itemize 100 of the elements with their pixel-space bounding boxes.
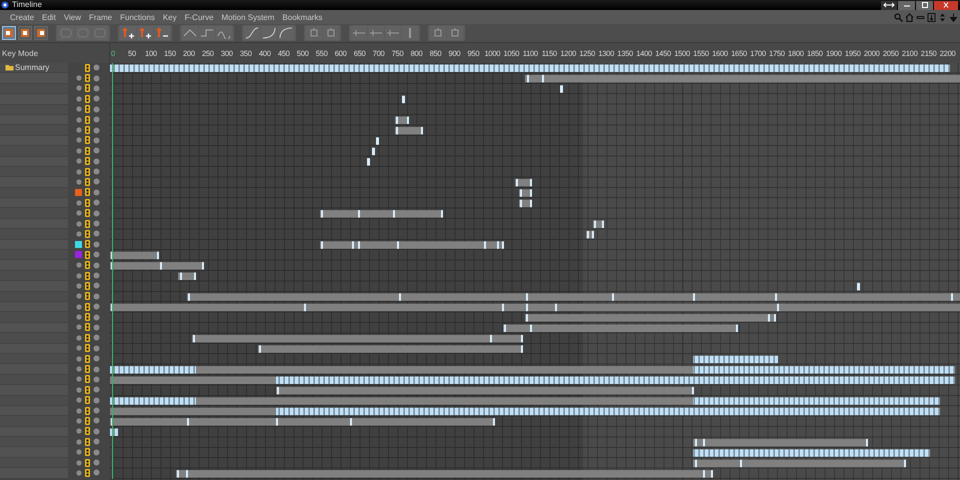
menu-item[interactable]: Functions: [120, 12, 155, 22]
dot-icon[interactable]: [76, 449, 82, 456]
dot-icon[interactable]: [93, 448, 100, 456]
dot-icon[interactable]: [93, 428, 100, 435]
keyframe-marker[interactable]: [857, 282, 860, 290]
dot-icon[interactable]: [93, 459, 100, 466]
menu-item[interactable]: Motion System: [222, 12, 274, 22]
track-header[interactable]: [0, 125, 110, 136]
dot-icon[interactable]: [93, 292, 100, 300]
track-header[interactable]: [0, 322, 110, 334]
close-button[interactable]: [934, 0, 958, 10]
keyframe-marker[interactable]: [372, 148, 375, 156]
menu-item[interactable]: View: [64, 12, 82, 22]
dot-icon[interactable]: [76, 148, 82, 154]
dot-icon[interactable]: [76, 116, 82, 123]
dot-icon[interactable]: [76, 282, 82, 289]
menu-item[interactable]: Create: [10, 12, 34, 22]
dot-icon[interactable]: [93, 64, 100, 72]
track-header[interactable]: [0, 73, 110, 84]
dot-icon[interactable]: [93, 407, 100, 414]
key-range-bar[interactable]: [110, 418, 495, 426]
dot-icon[interactable]: [93, 262, 100, 269]
dot-icon[interactable]: [93, 210, 100, 217]
key-range-bar[interactable]: [395, 126, 423, 134]
dot-icon[interactable]: [76, 408, 82, 414]
track-header[interactable]: [0, 198, 110, 208]
dot-icon[interactable]: [76, 127, 82, 134]
dot-icon[interactable]: [93, 314, 100, 321]
keyframe-strip[interactable]: [693, 356, 778, 364]
track-header[interactable]: [0, 292, 110, 302]
track-header[interactable]: [0, 281, 110, 292]
home-icon[interactable]: [905, 12, 914, 22]
track-header[interactable]: [0, 437, 110, 448]
keyframe-marker[interactable]: [560, 85, 563, 93]
toolbar-button[interactable]: [137, 26, 153, 40]
dot-icon[interactable]: [76, 168, 82, 175]
dot-icon[interactable]: [93, 147, 100, 154]
dot-icon[interactable]: [93, 188, 100, 196]
dot-icon[interactable]: [76, 220, 82, 227]
key-mode-button[interactable]: [18, 26, 32, 40]
dot-icon[interactable]: [76, 75, 82, 82]
key-range-bar[interactable]: [519, 189, 532, 197]
dot-icon[interactable]: [93, 178, 100, 186]
dot-icon[interactable]: [76, 85, 82, 92]
dot-icon[interactable]: [76, 438, 82, 445]
dot-icon[interactable]: [93, 116, 100, 124]
dot-icon[interactable]: [76, 314, 82, 320]
dot-icon[interactable]: [76, 324, 82, 330]
key-range-bar[interactable]: [110, 252, 159, 260]
move-icon[interactable]: [938, 12, 947, 22]
dot-icon[interactable]: [76, 230, 82, 237]
toolbar-button[interactable]: [278, 26, 294, 40]
dot-icon[interactable]: [93, 106, 100, 113]
dot-icon[interactable]: [76, 178, 82, 185]
keyframe-strip[interactable]: [110, 397, 196, 405]
dot-icon[interactable]: [93, 438, 100, 446]
track-header[interactable]: [0, 240, 110, 250]
dot-icon[interactable]: [76, 397, 82, 404]
dot-icon[interactable]: [76, 356, 82, 362]
track-header[interactable]: [0, 166, 110, 178]
resize-button[interactable]: [881, 0, 897, 10]
keyframe-marker[interactable]: [376, 137, 379, 145]
dot-icon[interactable]: [76, 470, 82, 476]
key-range-bar[interactable]: [320, 241, 504, 249]
menu-item[interactable]: F-Curve: [184, 12, 214, 22]
keyframe-strip[interactable]: [276, 408, 940, 416]
key-range-bar[interactable]: [586, 230, 594, 238]
dot-icon[interactable]: [93, 84, 100, 92]
key-range-bar[interactable]: [178, 272, 196, 280]
dot-icon[interactable]: [76, 376, 82, 382]
dot-icon[interactable]: [76, 304, 82, 310]
key-range-bar[interactable]: [519, 200, 532, 208]
track-header[interactable]: [0, 333, 110, 344]
key-range-bar[interactable]: [110, 262, 204, 270]
track-header[interactable]: [0, 177, 110, 188]
key-range-bar[interactable]: [395, 116, 409, 124]
keyframe-strip[interactable]: [693, 397, 940, 405]
dot-icon[interactable]: [93, 386, 100, 394]
dot-icon[interactable]: [76, 96, 82, 102]
track-header[interactable]: [0, 385, 110, 396]
track-header[interactable]: [0, 312, 110, 323]
dot-icon[interactable]: [93, 240, 100, 248]
dot-icon[interactable]: [76, 293, 82, 300]
track-header[interactable]: [0, 218, 110, 230]
dot-icon[interactable]: [93, 417, 100, 424]
dot-icon[interactable]: [93, 334, 100, 342]
menu-item[interactable]: Key: [162, 12, 177, 22]
key-range-bar[interactable]: [693, 460, 906, 468]
key-range-bar[interactable]: [503, 324, 738, 332]
dot-icon[interactable]: [93, 158, 100, 165]
dot-icon[interactable]: [93, 469, 100, 476]
track-header[interactable]: [0, 114, 110, 126]
dot-icon[interactable]: [76, 428, 82, 434]
toolbar-button[interactable]: [120, 26, 136, 40]
dot-icon[interactable]: [93, 272, 100, 279]
dot-icon[interactable]: [93, 396, 100, 404]
dot-icon[interactable]: [76, 418, 82, 424]
toolbar-button[interactable]: [199, 26, 215, 40]
track-header[interactable]: [0, 208, 110, 219]
track-header[interactable]: [0, 270, 110, 282]
